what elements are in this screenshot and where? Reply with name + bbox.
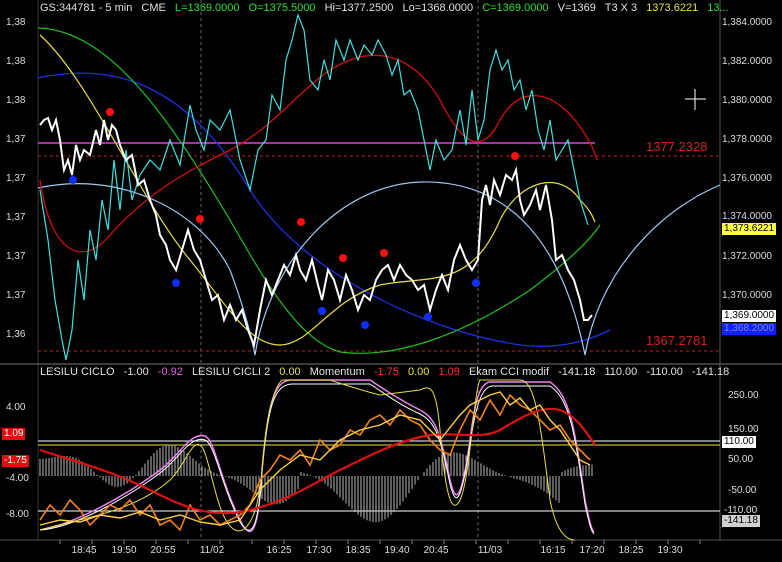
- left-price-tick: 1,37: [6, 290, 26, 301]
- lower-left-tick: 4.00: [6, 402, 26, 413]
- cicli-pink-curve: [39, 379, 595, 533]
- time-label: 20:55: [150, 545, 176, 556]
- momentum-tag-2: -1.75: [2, 455, 29, 467]
- momentum-orange-line: [39, 393, 591, 532]
- left-price-tick: 1,36: [6, 329, 26, 340]
- red-dot: [380, 249, 388, 257]
- cci-yellow-line: [39, 391, 591, 526]
- time-label: 19:30: [657, 545, 683, 556]
- time-label: 11/02: [199, 545, 225, 556]
- time-label: 20:45: [423, 545, 449, 556]
- cci-tick: 150.00: [728, 424, 759, 435]
- price-tick: 1,384.0000: [721, 17, 772, 28]
- momentum-value3: 1.09: [438, 366, 460, 378]
- time-label: 18:45: [71, 545, 97, 556]
- momentum-value: -1.75: [373, 366, 399, 378]
- chart-window[interactable]: GS:344781 - 5 min CME L=1369.0000 O=1375…: [0, 0, 782, 562]
- cci-110-tag: 110.00: [722, 436, 756, 448]
- lightblue-arc-left: [37, 183, 256, 356]
- left-price-tick: 1,37: [6, 134, 26, 145]
- red-dot: [297, 218, 305, 226]
- cci-value4: -141.18: [691, 366, 730, 378]
- time-label: 16:25: [266, 545, 292, 556]
- left-price-tick: 1,37: [6, 173, 26, 184]
- momentum-tag-1: 1.09: [2, 428, 26, 440]
- cci-last-tag: -141.18: [722, 515, 760, 527]
- cci-name: Ekam CCI modif: [468, 366, 550, 378]
- lightblue-arc-right: [584, 184, 721, 356]
- ciclo-name: LESILU CICLO: [40, 366, 115, 378]
- time-label: 18:25: [618, 545, 644, 556]
- yellow-price-tag: 1,373.6221: [722, 223, 777, 235]
- ciclo-value: -1.00: [123, 366, 149, 378]
- price-tick: 1,382.0000: [721, 56, 772, 67]
- price-tick: 1,378.0000: [721, 134, 772, 145]
- left-price-tick: 1,37: [6, 212, 26, 223]
- left-price-tick: 1,38: [6, 56, 26, 67]
- chart-canvas[interactable]: [0, 0, 782, 562]
- blue-dot: [172, 279, 180, 287]
- blue-dot: [424, 313, 432, 321]
- price-tick: 1,370.0000: [721, 290, 772, 301]
- cci-value: -141.18: [558, 366, 596, 378]
- time-label: 16:15: [540, 545, 566, 556]
- cci-tick: 50.00: [728, 454, 754, 465]
- cci-value2: 110.00: [604, 366, 638, 378]
- left-price-tick: 1,37: [6, 251, 26, 262]
- last-price-tag: 1,369.0000: [722, 310, 777, 322]
- price-tick: 1,380.0000: [721, 95, 772, 106]
- red-dot: [511, 152, 519, 160]
- lower-level-label: 1367.2781: [646, 333, 708, 348]
- time-label: 17:20: [579, 545, 605, 556]
- blue-price-tag: 1,368.2000: [722, 323, 777, 335]
- blue-dot: [472, 279, 480, 287]
- blue-dot: [318, 307, 326, 315]
- momentum-value2: 0.00: [407, 366, 430, 378]
- cci-value3: -110.00: [646, 366, 683, 378]
- red-dot: [339, 254, 347, 262]
- red-dot: [106, 108, 114, 116]
- lower-left-tick: -4.00: [6, 473, 29, 484]
- price-tick: 1,376.0000: [721, 173, 772, 184]
- signal-dots: [69, 108, 519, 329]
- red-dot: [196, 215, 204, 223]
- crosshair-icon: [685, 89, 706, 110]
- momentum-name: Momentum: [309, 366, 365, 378]
- blue-cycle-curve: [37, 72, 611, 347]
- cyan-oscillating-line: [39, 13, 589, 361]
- time-label: 19:40: [384, 545, 410, 556]
- lower-left-tick: -8.00: [6, 509, 29, 520]
- cicli2-name: LESILU CICLI 2: [191, 366, 271, 378]
- ciclo-value2: -0.92: [157, 366, 183, 378]
- left-price-tick: 1,38: [6, 17, 26, 28]
- price-tick: 1,374.0000: [721, 211, 772, 222]
- time-label: 18:35: [345, 545, 371, 556]
- blue-dot: [361, 321, 369, 329]
- left-price-tick: 1,38: [6, 95, 26, 106]
- price-tick: 1,372.0000: [721, 251, 772, 262]
- indicator-header: LESILU CICLO -1.00 -0.92 LESILU CICLI 2 …: [40, 366, 735, 380]
- cci-tick: -50.00: [728, 485, 757, 496]
- blue-dot: [69, 176, 77, 184]
- cci-tick: 250.00: [728, 390, 759, 401]
- upper-level-label: 1377.2328: [646, 139, 708, 154]
- time-axis-ticks: [59, 540, 701, 544]
- time-label: 19:50: [111, 545, 137, 556]
- time-label: 17:30: [306, 545, 332, 556]
- cicli2-value: 0.00: [279, 366, 301, 378]
- time-label: 11/03: [477, 545, 503, 556]
